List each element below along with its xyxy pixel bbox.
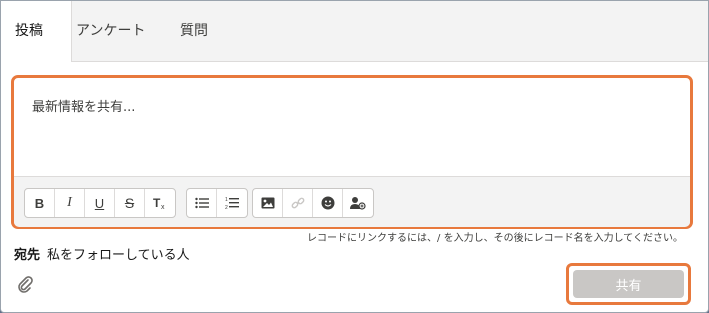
image-icon[interactable]: [253, 189, 283, 217]
publisher-tabs: 投稿 アンケート 質問: [1, 1, 708, 62]
share-button[interactable]: 共有: [573, 270, 684, 298]
svg-text:1: 1: [225, 197, 228, 203]
list-group: 1 2: [186, 188, 248, 218]
record-link-hint: レコードにリンクするには、/ を入力し、その後にレコード名を入力してください。: [307, 233, 683, 244]
svg-text:2: 2: [225, 205, 228, 210]
post-text-input[interactable]: 最新情報を共有...: [32, 96, 135, 115]
bold-icon[interactable]: B: [25, 189, 55, 217]
recipient-selector[interactable]: 私をフォローしている人: [47, 244, 190, 263]
italic-icon[interactable]: I: [55, 189, 85, 217]
emoji-icon[interactable]: [313, 189, 343, 217]
link-icon: [283, 189, 313, 217]
underline-icon[interactable]: U: [85, 189, 115, 217]
text-format-group: B I U S T x: [24, 188, 176, 218]
recipient-label: 宛先: [14, 248, 41, 263]
formatting-toolbar: B I U S T x 1 2: [14, 176, 690, 227]
clear-formatting-icon[interactable]: T x: [145, 189, 175, 217]
svg-text:x: x: [161, 204, 165, 210]
strikethrough-icon[interactable]: S: [115, 189, 145, 217]
mention-icon[interactable]: [343, 189, 373, 217]
tab-post[interactable]: 投稿: [1, 1, 72, 62]
svg-text:T: T: [153, 196, 161, 210]
paperclip-icon[interactable]: [16, 275, 36, 295]
insert-group: [252, 188, 374, 218]
numbered-list-icon[interactable]: 1 2: [217, 189, 247, 217]
tab-question[interactable]: 質問: [180, 1, 208, 61]
share-button-highlight: 共有: [566, 263, 691, 305]
tab-poll[interactable]: アンケート: [76, 1, 145, 61]
post-composer[interactable]: 最新情報を共有... B I U S T x 1 2: [11, 75, 693, 229]
bulleted-list-icon[interactable]: [187, 189, 217, 217]
publisher-card: 投稿 アンケート 質問 最新情報を共有... B I U S T x 1 2 レ…: [0, 0, 709, 313]
